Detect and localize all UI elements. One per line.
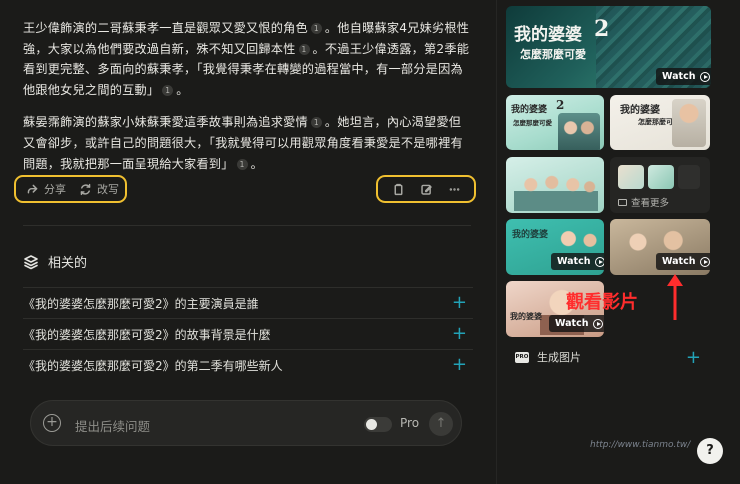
see-more-card[interactable]: 查看更多 bbox=[610, 157, 710, 213]
plus-icon[interactable]: + bbox=[452, 325, 473, 343]
poster-title: 我的婆婆 bbox=[620, 105, 660, 116]
watermark: http://www.tianmo.tw/ bbox=[590, 440, 691, 450]
share-rewrite-group: 分享 改写 bbox=[14, 175, 127, 203]
plus-icon[interactable]: + bbox=[452, 356, 473, 374]
cast-photo bbox=[558, 113, 600, 150]
layers-icon bbox=[24, 254, 38, 269]
citation-badge[interactable]: 1 bbox=[310, 117, 322, 129]
page: 王少偉飾演的二哥蘇秉孝一直是觀眾又愛又恨的角色 1 。他自曝蘇家4兄妹劣根性強，大家… bbox=[0, 0, 740, 484]
play-icon bbox=[699, 71, 710, 82]
generate-image-label: 生成图片 bbox=[537, 351, 581, 364]
answer-text: 。 bbox=[176, 82, 189, 97]
poster-subtitle: 怎麼那麼可愛 bbox=[513, 119, 552, 127]
watch-button[interactable]: Watch bbox=[656, 68, 711, 85]
related-item-label: 《我的婆婆怎麼那麼可愛2》的故事背景是什麼 bbox=[23, 327, 271, 342]
share-button[interactable]: 分享 bbox=[25, 181, 66, 197]
poster-subtitle: 怎麼那麼可愛 bbox=[520, 48, 586, 61]
pro-badge: PRO bbox=[515, 351, 529, 363]
watch-label: Watch bbox=[662, 71, 696, 82]
image-icon bbox=[618, 198, 627, 206]
poster-number: 2 bbox=[556, 98, 565, 112]
related-item-label: 《我的婆婆怎麼那麼可愛2》的主要演員是誰 bbox=[23, 296, 259, 311]
cast-photo bbox=[672, 99, 706, 147]
section-divider bbox=[23, 225, 471, 226]
followup-input[interactable]: 提出后续问题 bbox=[75, 416, 150, 435]
play-icon bbox=[592, 318, 603, 329]
answer-text: 。 bbox=[250, 156, 263, 171]
answer-tools-group bbox=[376, 175, 476, 203]
answer-paragraph-2: 蘇晏霈飾演的蘇家小妹蘇秉愛這季故事則為追求愛情 1 。她坦言，內心渴望愛但又會卻步，… bbox=[23, 112, 473, 174]
refresh-icon bbox=[78, 182, 92, 196]
generate-image-row[interactable]: PRO 生成图片 + bbox=[515, 347, 701, 368]
video-thumbnail[interactable] bbox=[506, 157, 604, 213]
watch-label: Watch bbox=[555, 318, 589, 329]
annotation-label: 觀看影片 bbox=[566, 292, 638, 313]
more-thumb bbox=[648, 165, 674, 189]
poster-title: 我的婆婆 bbox=[510, 311, 542, 321]
share-label: 分享 bbox=[44, 183, 66, 196]
answer-text: 蘇晏霈飾演的蘇家小妹蘇秉愛這季故事則為追求愛情 bbox=[23, 115, 308, 130]
citation-badge[interactable]: 1 bbox=[162, 84, 174, 96]
related-item[interactable]: 《我的婆婆怎麼那麼可愛2》的主要演員是誰 + bbox=[23, 287, 473, 318]
video-thumbnail[interactable]: 我的婆婆 Watch bbox=[506, 219, 604, 275]
play-icon bbox=[699, 256, 710, 267]
share-icon bbox=[25, 182, 39, 196]
pro-toggle[interactable] bbox=[364, 417, 392, 432]
citation-badge[interactable]: 1 bbox=[236, 158, 248, 170]
answer-actions: 分享 改写 bbox=[14, 175, 476, 205]
watch-button[interactable]: Watch bbox=[549, 315, 604, 332]
plus-icon[interactable]: + bbox=[452, 294, 473, 312]
more-options-icon[interactable] bbox=[447, 182, 461, 196]
watch-label: Watch bbox=[662, 256, 696, 267]
pro-label: Pro bbox=[400, 416, 420, 430]
watch-button[interactable]: Watch bbox=[551, 253, 604, 270]
related-title: 相关的 bbox=[48, 256, 88, 271]
more-thumb bbox=[678, 165, 700, 189]
answer-text: 王少偉飾演的二哥蘇秉孝一直是觀眾又愛又恨的角色 bbox=[23, 21, 308, 35]
video-thumbnail[interactable]: 我的婆婆 怎麼那麼可愛 bbox=[610, 95, 710, 150]
plus-icon[interactable]: + bbox=[686, 347, 701, 368]
related-item[interactable]: 《我的婆婆怎麼那麼可愛2》的第二季有哪些新人 + bbox=[23, 349, 473, 380]
related-item[interactable]: 《我的婆婆怎麼那麼可愛2》的故事背景是什麼 + bbox=[23, 318, 473, 349]
more-thumb bbox=[618, 165, 644, 189]
add-attachment-icon[interactable]: + bbox=[43, 414, 61, 432]
answer-body: 王少偉飾演的二哥蘇秉孝一直是觀眾又愛又恨的角色 1 。他自曝蘇家4兄妹劣根性強，大家… bbox=[23, 18, 473, 186]
related-item-label: 《我的婆婆怎麼那麼可愛2》的第二季有哪些新人 bbox=[23, 358, 283, 373]
copy-icon[interactable] bbox=[391, 182, 405, 196]
video-thumbnail-main[interactable]: 我的婆婆 怎麼那麼可愛 2 Watch bbox=[506, 6, 711, 88]
poster-title: 我的婆婆 bbox=[511, 105, 548, 115]
poster-title: 我的婆婆 bbox=[514, 25, 582, 45]
toggle-knob bbox=[366, 419, 377, 430]
poster-title: 我的婆婆 bbox=[512, 230, 549, 240]
watch-button[interactable]: Watch bbox=[656, 253, 710, 270]
answer-paragraph-1: 王少偉飾演的二哥蘇秉孝一直是觀眾又愛又恨的角色 1 。他自曝蘇家4兄妹劣根性強，大家… bbox=[23, 18, 473, 100]
help-button[interactable]: ? bbox=[697, 438, 723, 464]
rewrite-label: 改写 bbox=[97, 183, 119, 196]
see-more-label: 查看更多 bbox=[618, 195, 669, 209]
poster-number: 2 bbox=[594, 16, 610, 42]
video-thumbnail[interactable]: Watch bbox=[610, 219, 710, 275]
cast-group-photo bbox=[514, 167, 598, 211]
citation-badge[interactable]: 1 bbox=[298, 43, 310, 55]
citation-badge[interactable]: 1 bbox=[310, 23, 322, 34]
edit-icon[interactable] bbox=[419, 182, 433, 196]
watch-label: Watch bbox=[557, 256, 591, 267]
rewrite-button[interactable]: 改写 bbox=[78, 181, 119, 197]
followup-bar: + 提出后续问题 Pro ↑ bbox=[30, 400, 462, 446]
submit-arrow-icon[interactable]: ↑ bbox=[429, 412, 453, 436]
play-icon bbox=[594, 256, 604, 267]
annotation-arrow-icon bbox=[667, 274, 683, 320]
video-thumbnail[interactable]: 我的婆婆 怎麼那麼可愛 2 bbox=[506, 95, 604, 150]
related-heading: 相关的 bbox=[23, 252, 473, 271]
related-section: 相关的 《我的婆婆怎麼那麼可愛2》的主要演員是誰 + 《我的婆婆怎麼那麼可愛2》… bbox=[23, 252, 473, 380]
see-more-text: 查看更多 bbox=[631, 198, 670, 209]
